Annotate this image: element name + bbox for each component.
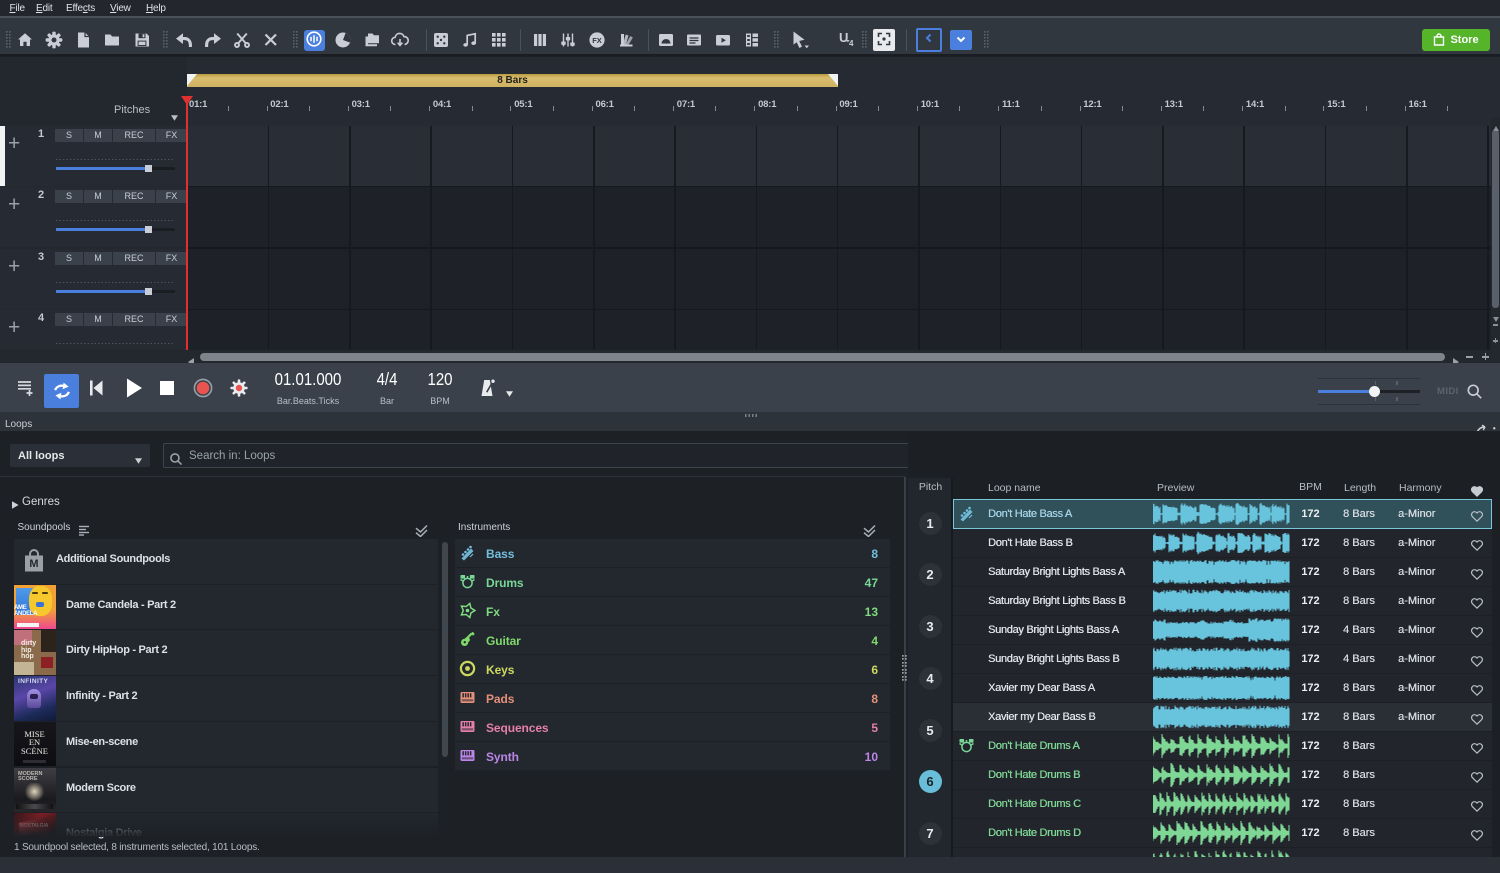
svg-text:FX: FX <box>592 36 602 45</box>
svg-text:M: M <box>29 558 38 570</box>
svg-text:4: 4 <box>849 39 854 48</box>
svg-text:U: U <box>839 30 848 45</box>
